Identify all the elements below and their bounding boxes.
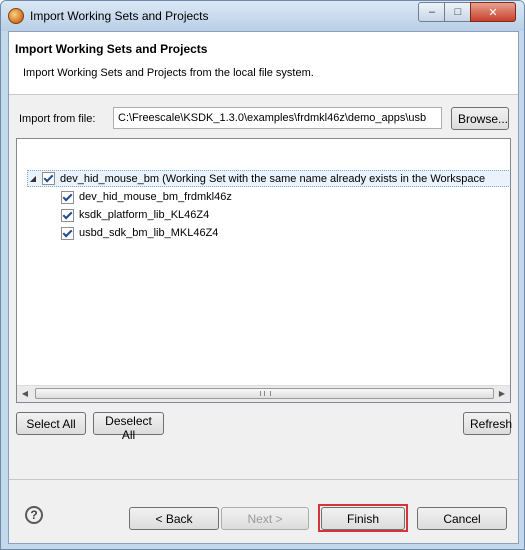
maximize-icon: □ xyxy=(454,6,462,18)
finish-highlight-box xyxy=(318,504,408,532)
scrollbar-grip-icon xyxy=(260,391,271,396)
scroll-left-icon[interactable]: ◀ xyxy=(20,389,30,398)
tree-item-label: dev_hid_mouse_bm (Working Set with the s… xyxy=(60,172,486,185)
minimize-button[interactable]: – xyxy=(418,2,446,22)
title-bar[interactable]: Import Working Sets and Projects – □ ✕ xyxy=(1,1,524,31)
minimize-icon: – xyxy=(428,6,436,18)
select-all-button[interactable]: Select All xyxy=(16,412,86,435)
import-dialog: Import Working Sets and Projects – □ ✕ I… xyxy=(0,0,525,550)
import-path-input[interactable]: C:\Freescale\KSDK_1.3.0\examples\frdmkl4… xyxy=(113,107,442,129)
footer-divider xyxy=(9,479,518,480)
child-checkbox[interactable] xyxy=(61,190,74,204)
maximize-button[interactable]: □ xyxy=(444,2,472,22)
window-title: Import Working Sets and Projects xyxy=(30,9,209,23)
tree-item-root[interactable]: ◢ dev_hid_mouse_bm (Working Set with the… xyxy=(27,170,510,187)
cancel-button[interactable]: Cancel xyxy=(417,507,507,530)
child-checkbox[interactable] xyxy=(61,208,74,222)
scroll-right-icon[interactable]: ▶ xyxy=(497,389,507,398)
wizard-banner: Import Working Sets and Projects Import … xyxy=(9,32,518,95)
refresh-button[interactable]: Refresh xyxy=(463,412,512,435)
tree-item-child[interactable]: usbd_sdk_bm_lib_MKL46Z4 xyxy=(61,224,218,242)
browse-button[interactable]: Browse... xyxy=(451,107,509,130)
close-button[interactable]: ✕ xyxy=(470,2,516,22)
tree-item-label: usbd_sdk_bm_lib_MKL46Z4 xyxy=(79,227,219,239)
help-icon[interactable]: ? xyxy=(25,506,43,524)
eclipse-app-icon xyxy=(8,8,24,24)
next-button[interactable]: Next > xyxy=(221,507,309,530)
child-checkbox[interactable] xyxy=(61,226,74,240)
page-title: Import Working Sets and Projects xyxy=(15,42,208,56)
import-from-label: Import from file: xyxy=(19,113,96,125)
scrollbar-thumb[interactable] xyxy=(35,388,494,399)
working-sets-tree[interactable]: ◢ dev_hid_mouse_bm (Working Set with the… xyxy=(16,138,511,403)
tree-item-child[interactable]: dev_hid_mouse_bm_frdmkl46z xyxy=(61,188,232,206)
root-checkbox[interactable] xyxy=(42,172,55,185)
collapse-triangle-icon[interactable]: ◢ xyxy=(28,174,38,184)
tree-item-child[interactable]: ksdk_platform_lib_KL46Z4 xyxy=(61,206,209,224)
page-description: Import Working Sets and Projects from th… xyxy=(23,67,314,79)
tree-item-label: ksdk_platform_lib_KL46Z4 xyxy=(79,209,210,221)
deselect-all-button[interactable]: Deselect All xyxy=(93,412,164,442)
tree-item-label: dev_hid_mouse_bm_frdmkl46z xyxy=(79,191,232,203)
back-button[interactable]: < Back xyxy=(129,507,219,530)
dialog-body: Import Working Sets and Projects Import … xyxy=(8,31,519,544)
close-icon: ✕ xyxy=(488,6,498,19)
horizontal-scrollbar[interactable]: ◀ ▶ xyxy=(17,385,510,402)
